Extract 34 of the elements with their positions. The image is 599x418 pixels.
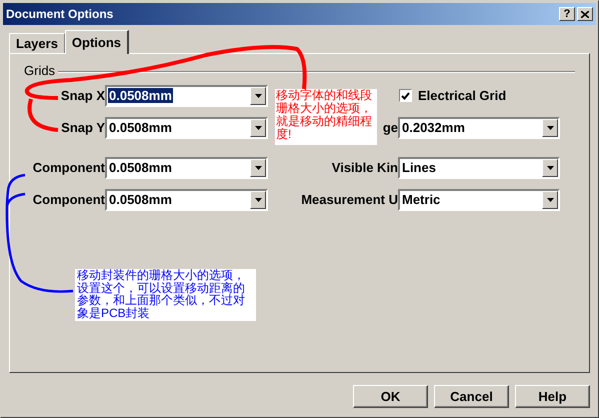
field-label: ge [382,118,398,137]
checkbox[interactable] [399,89,412,102]
annotation-note: 移动字体的和线段珊格大小的选项，就是移动的精细程度! [275,89,377,145]
field-label: Component [32,190,105,209]
dialog-button[interactable]: Cancel [434,385,509,408]
window-title: Document Options [6,6,114,23]
field-value: 0.0508mm [108,120,173,134]
tab[interactable]: Options [64,30,130,54]
tab[interactable]: Layers [9,33,65,53]
dialog-button[interactable]: OK [353,385,428,408]
field-value: 0.2032mm [401,120,466,134]
dropdown-field[interactable]: 0.0508mm [105,84,268,106]
dropdown-field[interactable]: 0.0508mm [105,116,268,138]
field-label: Measurement U [301,190,398,209]
dropdown-field[interactable]: Metric [398,188,560,210]
field-label: Snap Y [61,118,105,137]
dropdown-field[interactable]: 0.2032mm [398,116,560,138]
dropdown-field[interactable]: Lines [398,156,560,178]
group-title: Grids [24,62,56,80]
dropdown-field[interactable]: 0.0508mm [105,188,268,210]
field-value: Lines [401,160,437,174]
field-value: 0.0508mm [108,88,173,102]
field-value: 0.0508mm [108,160,173,174]
field-label: Visible Kin [332,158,398,177]
dropdown-field[interactable]: 0.0508mm [105,156,268,178]
field-value: Metric [401,192,442,206]
help-button[interactable]: ? [559,7,575,21]
field-label: Snap X [60,86,105,105]
checkbox-label: Electrical Grid [418,86,506,105]
close-icon[interactable] [577,7,593,21]
dialog-button[interactable]: Help [515,385,590,408]
field-label: Component [32,158,105,177]
annotation-note: 移动封装件的珊格大小的选项，设置这个，可以设置移动距离的参数，和上面那个类似，不过对象是PCB封装 [75,269,256,321]
field-value: 0.0508mm [108,192,173,206]
